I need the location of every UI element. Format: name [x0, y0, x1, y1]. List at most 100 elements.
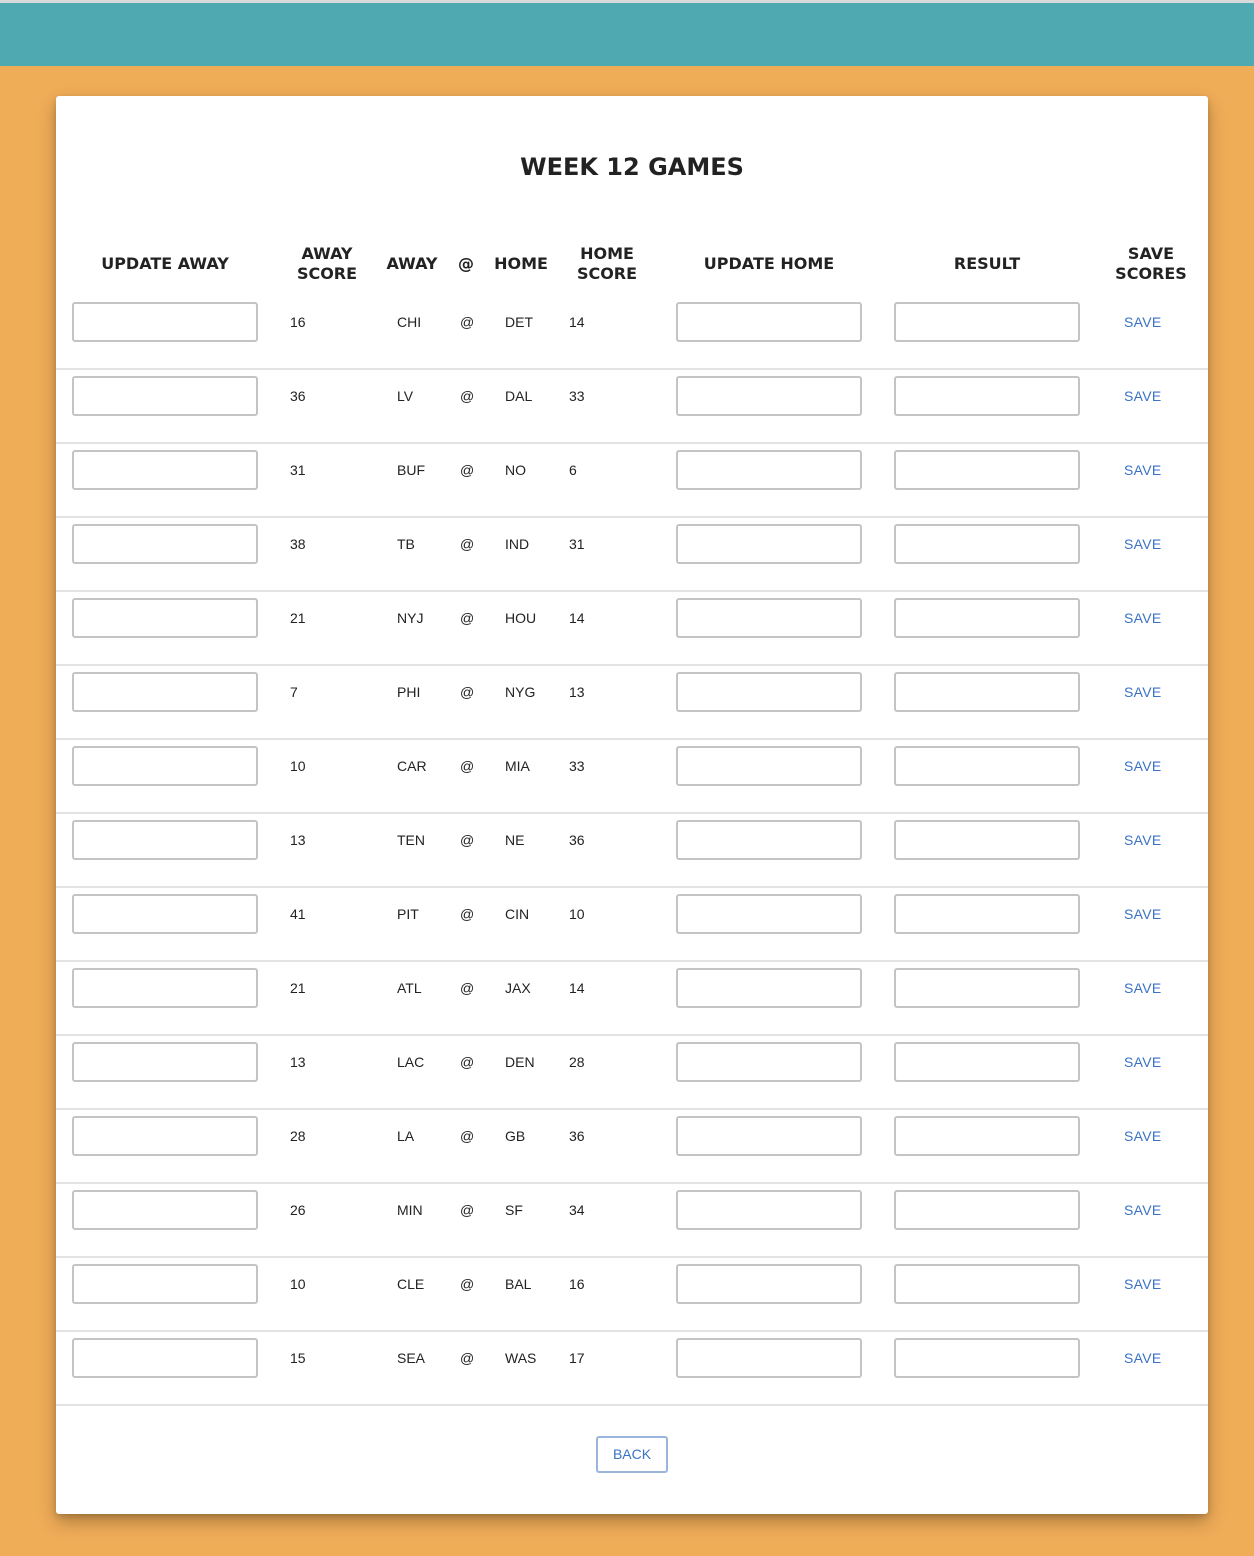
col-header-update-home: UPDATE HOME: [703, 254, 835, 273]
save-button[interactable]: SAVE: [1124, 832, 1162, 848]
update-away-input[interactable]: [72, 598, 258, 638]
at-symbol: @: [460, 758, 475, 774]
update-home-input[interactable]: [676, 1190, 862, 1230]
col-header-at: @: [458, 254, 474, 273]
update-away-input[interactable]: [72, 1042, 258, 1082]
save-button[interactable]: SAVE: [1124, 980, 1162, 996]
home-team: BAL: [505, 1276, 532, 1292]
save-button[interactable]: SAVE: [1124, 610, 1162, 626]
save-button[interactable]: SAVE: [1124, 758, 1162, 774]
away-team: CLE: [397, 1276, 425, 1292]
save-button[interactable]: SAVE: [1124, 684, 1162, 700]
update-home-input[interactable]: [676, 598, 862, 638]
save-button[interactable]: SAVE: [1124, 1276, 1162, 1292]
result-input[interactable]: [894, 598, 1080, 638]
away-score: 13: [290, 1054, 306, 1070]
update-away-input[interactable]: [72, 1338, 258, 1378]
home-score: 14: [569, 610, 585, 626]
save-button[interactable]: SAVE: [1124, 314, 1162, 330]
away-team: TEN: [397, 832, 425, 848]
update-away-input[interactable]: [72, 1190, 258, 1230]
update-home-input[interactable]: [676, 820, 862, 860]
home-score: 16: [569, 1276, 585, 1292]
update-home-input[interactable]: [676, 1116, 862, 1156]
result-input[interactable]: [894, 1042, 1080, 1082]
away-score: 10: [290, 758, 306, 774]
save-button[interactable]: SAVE: [1124, 1054, 1162, 1070]
result-input[interactable]: [894, 672, 1080, 712]
save-button[interactable]: SAVE: [1124, 536, 1162, 552]
update-home-input[interactable]: [676, 1264, 862, 1304]
at-symbol: @: [460, 684, 475, 700]
save-button[interactable]: SAVE: [1124, 906, 1162, 922]
at-symbol: @: [460, 1054, 475, 1070]
back-button[interactable]: BACK: [596, 1436, 668, 1473]
update-away-input[interactable]: [72, 1116, 258, 1156]
update-away-input[interactable]: [72, 968, 258, 1008]
home-team: HOU: [505, 610, 537, 626]
update-away-input[interactable]: [72, 672, 258, 712]
update-home-input[interactable]: [676, 894, 862, 934]
home-score: 17: [569, 1350, 585, 1366]
result-input[interactable]: [894, 968, 1080, 1008]
game-row: 7 PHI @ NYG 13 SAVE: [56, 666, 1208, 740]
result-input[interactable]: [894, 820, 1080, 860]
away-team: PHI: [397, 684, 421, 700]
result-input[interactable]: [894, 894, 1080, 934]
game-row: 21 NYJ @ HOU 14 SAVE: [56, 592, 1208, 666]
col-header-update-away: UPDATE AWAY: [101, 254, 229, 273]
save-button[interactable]: SAVE: [1124, 462, 1162, 478]
result-input[interactable]: [894, 1338, 1080, 1378]
update-home-input[interactable]: [676, 376, 862, 416]
update-away-input[interactable]: [72, 524, 258, 564]
home-team: NE: [505, 832, 525, 848]
game-row: 10 CAR @ MIA 33 SAVE: [56, 740, 1208, 814]
result-input[interactable]: [894, 450, 1080, 490]
home-score: 10: [569, 906, 585, 922]
result-input[interactable]: [894, 746, 1080, 786]
update-away-input[interactable]: [72, 820, 258, 860]
update-away-input[interactable]: [72, 894, 258, 934]
result-input[interactable]: [894, 302, 1080, 342]
update-away-input[interactable]: [72, 376, 258, 416]
save-button[interactable]: SAVE: [1124, 1202, 1162, 1218]
update-home-input[interactable]: [676, 302, 862, 342]
update-away-input[interactable]: [72, 450, 258, 490]
at-symbol: @: [460, 1276, 475, 1292]
result-input[interactable]: [894, 1116, 1080, 1156]
home-team: CIN: [505, 906, 530, 922]
save-button[interactable]: SAVE: [1124, 1350, 1162, 1366]
result-input[interactable]: [894, 1264, 1080, 1304]
away-team: BUF: [397, 462, 425, 478]
away-team: MIN: [397, 1202, 423, 1218]
result-input[interactable]: [894, 1190, 1080, 1230]
update-home-input[interactable]: [676, 672, 862, 712]
save-button[interactable]: SAVE: [1124, 388, 1162, 404]
at-symbol: @: [460, 314, 475, 330]
game-row: 36 LV @ DAL 33 SAVE: [56, 370, 1208, 444]
update-away-input[interactable]: [72, 746, 258, 786]
update-home-input[interactable]: [676, 746, 862, 786]
at-symbol: @: [460, 980, 475, 996]
update-away-input[interactable]: [72, 1264, 258, 1304]
update-home-input[interactable]: [676, 1338, 862, 1378]
result-input[interactable]: [894, 524, 1080, 564]
update-home-input[interactable]: [676, 524, 862, 564]
away-team: ATL: [397, 980, 422, 996]
away-score: 28: [290, 1128, 306, 1144]
home-score: 14: [569, 314, 585, 330]
update-home-input[interactable]: [676, 1042, 862, 1082]
result-input[interactable]: [894, 376, 1080, 416]
away-score: 41: [290, 906, 306, 922]
at-symbol: @: [460, 832, 475, 848]
home-team: MIA: [505, 758, 530, 774]
save-button[interactable]: SAVE: [1124, 1128, 1162, 1144]
update-home-input[interactable]: [676, 968, 862, 1008]
home-team: NO: [505, 462, 526, 478]
update-away-input[interactable]: [72, 302, 258, 342]
home-team: IND: [505, 536, 530, 552]
away-score: 38: [290, 536, 306, 552]
update-home-input[interactable]: [676, 450, 862, 490]
col-header-result: RESULT: [953, 254, 1021, 273]
at-symbol: @: [460, 610, 475, 626]
